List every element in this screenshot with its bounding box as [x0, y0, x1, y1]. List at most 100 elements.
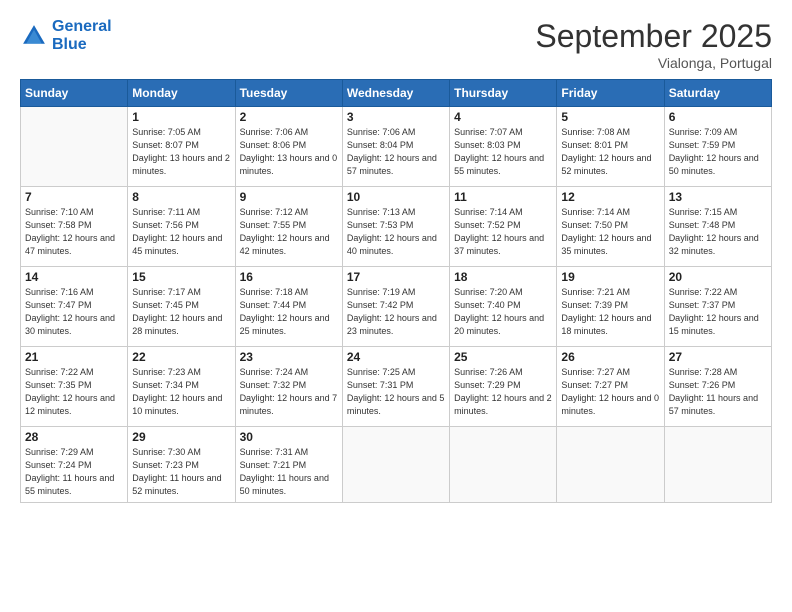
day-info: Sunrise: 7:26 AMSunset: 7:29 PMDaylight:… [454, 366, 552, 418]
day-number: 23 [240, 350, 338, 364]
day-number: 3 [347, 110, 445, 124]
header-tuesday: Tuesday [235, 80, 342, 107]
day-cell [664, 427, 771, 503]
day-cell: 17 Sunrise: 7:19 AMSunset: 7:42 PMDayligh… [342, 267, 449, 347]
day-number: 11 [454, 190, 552, 204]
day-info: Sunrise: 7:06 AMSunset: 8:06 PMDaylight:… [240, 126, 338, 178]
logo-text: General Blue [52, 18, 112, 53]
day-cell: 25 Sunrise: 7:26 AMSunset: 7:29 PMDayligh… [450, 347, 557, 427]
page: General Blue September 2025 Vialonga, Po… [0, 0, 792, 612]
day-cell: 5 Sunrise: 7:08 AMSunset: 8:01 PMDaylight… [557, 107, 664, 187]
day-info: Sunrise: 7:27 AMSunset: 7:27 PMDaylight:… [561, 366, 659, 418]
day-info: Sunrise: 7:08 AMSunset: 8:01 PMDaylight:… [561, 126, 659, 178]
day-info: Sunrise: 7:07 AMSunset: 8:03 PMDaylight:… [454, 126, 552, 178]
day-cell: 12 Sunrise: 7:14 AMSunset: 7:50 PMDayligh… [557, 187, 664, 267]
day-cell [450, 427, 557, 503]
day-cell: 13Sunrise: 7:15 AMSunset: 7:48 PMDayligh… [664, 187, 771, 267]
week-row-0: 1 Sunrise: 7:05 AMSunset: 8:07 PMDaylight… [21, 107, 772, 187]
month-title: September 2025 [535, 18, 772, 55]
day-info: Sunrise: 7:10 AMSunset: 7:58 PMDaylight:… [25, 206, 123, 258]
day-info: Sunrise: 7:14 AMSunset: 7:50 PMDaylight:… [561, 206, 659, 258]
day-number: 5 [561, 110, 659, 124]
day-info: Sunrise: 7:30 AMSunset: 7:23 PMDaylight:… [132, 446, 230, 498]
day-cell: 22 Sunrise: 7:23 AMSunset: 7:34 PMDayligh… [128, 347, 235, 427]
day-number: 15 [132, 270, 230, 284]
day-cell: 26 Sunrise: 7:27 AMSunset: 7:27 PMDayligh… [557, 347, 664, 427]
header-friday: Friday [557, 80, 664, 107]
calendar-table: SundayMondayTuesdayWednesdayThursdayFrid… [20, 79, 772, 503]
header-wednesday: Wednesday [342, 80, 449, 107]
day-number: 26 [561, 350, 659, 364]
day-cell [21, 107, 128, 187]
day-cell: 30 Sunrise: 7:31 AMSunset: 7:21 PMDayligh… [235, 427, 342, 503]
day-cell [342, 427, 449, 503]
day-cell: 20 Sunrise: 7:22 AMSunset: 7:37 PMDayligh… [664, 267, 771, 347]
day-info: Sunrise: 7:13 AMSunset: 7:53 PMDaylight:… [347, 206, 445, 258]
subtitle: Vialonga, Portugal [535, 55, 772, 71]
day-cell: 15 Sunrise: 7:17 AMSunset: 7:45 PMDayligh… [128, 267, 235, 347]
day-number: 10 [347, 190, 445, 204]
day-cell: 7 Sunrise: 7:10 AMSunset: 7:58 PMDaylight… [21, 187, 128, 267]
day-info: Sunrise: 7:31 AMSunset: 7:21 PMDaylight:… [240, 446, 338, 498]
week-row-1: 7 Sunrise: 7:10 AMSunset: 7:58 PMDaylight… [21, 187, 772, 267]
day-number: 19 [561, 270, 659, 284]
day-cell: 27Sunrise: 7:28 AMSunset: 7:26 PMDayligh… [664, 347, 771, 427]
day-info: Sunrise: 7:23 AMSunset: 7:34 PMDaylight:… [132, 366, 230, 418]
header-sunday: Sunday [21, 80, 128, 107]
day-number: 20 [669, 270, 767, 284]
title-block: September 2025 Vialonga, Portugal [535, 18, 772, 71]
day-info: Sunrise: 7:25 AMSunset: 7:31 PMDaylight:… [347, 366, 445, 418]
day-number: 29 [132, 430, 230, 444]
day-info: Sunrise: 7:24 AMSunset: 7:32 PMDaylight:… [240, 366, 338, 418]
day-number: 12 [561, 190, 659, 204]
day-number: 18 [454, 270, 552, 284]
day-number: 27 [669, 350, 767, 364]
day-info: Sunrise: 7:16 AMSunset: 7:47 PMDaylight:… [25, 286, 123, 338]
day-cell: 9Sunrise: 7:12 AMSunset: 7:55 PMDaylight… [235, 187, 342, 267]
day-number: 1 [132, 110, 230, 124]
day-info: Sunrise: 7:22 AMSunset: 7:37 PMDaylight:… [669, 286, 767, 338]
day-cell: 4Sunrise: 7:07 AMSunset: 8:03 PMDaylight… [450, 107, 557, 187]
day-number: 21 [25, 350, 123, 364]
day-number: 8 [132, 190, 230, 204]
day-number: 13 [669, 190, 767, 204]
week-row-2: 14 Sunrise: 7:16 AMSunset: 7:47 PMDayligh… [21, 267, 772, 347]
day-info: Sunrise: 7:05 AMSunset: 8:07 PMDaylight:… [132, 126, 230, 178]
week-row-4: 28Sunrise: 7:29 AMSunset: 7:24 PMDayligh… [21, 427, 772, 503]
logo: General Blue [20, 18, 112, 53]
day-cell: 24 Sunrise: 7:25 AMSunset: 7:31 PMDayligh… [342, 347, 449, 427]
day-cell: 8Sunrise: 7:11 AMSunset: 7:56 PMDaylight… [128, 187, 235, 267]
day-info: Sunrise: 7:21 AMSunset: 7:39 PMDaylight:… [561, 286, 659, 338]
day-info: Sunrise: 7:22 AMSunset: 7:35 PMDaylight:… [25, 366, 123, 418]
header: General Blue September 2025 Vialonga, Po… [20, 18, 772, 71]
logo-icon [20, 22, 48, 50]
day-cell: 2 Sunrise: 7:06 AMSunset: 8:06 PMDaylight… [235, 107, 342, 187]
day-cell: 29 Sunrise: 7:30 AMSunset: 7:23 PMDayligh… [128, 427, 235, 503]
day-cell: 1 Sunrise: 7:05 AMSunset: 8:07 PMDaylight… [128, 107, 235, 187]
day-number: 30 [240, 430, 338, 444]
day-cell: 6Sunrise: 7:09 AMSunset: 7:59 PMDaylight… [664, 107, 771, 187]
day-number: 22 [132, 350, 230, 364]
day-number: 24 [347, 350, 445, 364]
header-monday: Monday [128, 80, 235, 107]
day-info: Sunrise: 7:06 AMSunset: 8:04 PMDaylight:… [347, 126, 445, 178]
day-info: Sunrise: 7:20 AMSunset: 7:40 PMDaylight:… [454, 286, 552, 338]
day-info: Sunrise: 7:18 AMSunset: 7:44 PMDaylight:… [240, 286, 338, 338]
day-info: Sunrise: 7:17 AMSunset: 7:45 PMDaylight:… [132, 286, 230, 338]
day-number: 25 [454, 350, 552, 364]
day-cell: 28Sunrise: 7:29 AMSunset: 7:24 PMDayligh… [21, 427, 128, 503]
day-cell: 14 Sunrise: 7:16 AMSunset: 7:47 PMDayligh… [21, 267, 128, 347]
day-cell: 19 Sunrise: 7:21 AMSunset: 7:39 PMDayligh… [557, 267, 664, 347]
day-number: 2 [240, 110, 338, 124]
day-number: 16 [240, 270, 338, 284]
day-number: 7 [25, 190, 123, 204]
day-number: 17 [347, 270, 445, 284]
day-info: Sunrise: 7:12 AMSunset: 7:55 PMDaylight:… [240, 206, 338, 258]
day-cell: 3 Sunrise: 7:06 AMSunset: 8:04 PMDaylight… [342, 107, 449, 187]
day-cell: 11Sunrise: 7:14 AMSunset: 7:52 PMDayligh… [450, 187, 557, 267]
day-info: Sunrise: 7:19 AMSunset: 7:42 PMDaylight:… [347, 286, 445, 338]
day-number: 28 [25, 430, 123, 444]
day-cell: 21 Sunrise: 7:22 AMSunset: 7:35 PMDayligh… [21, 347, 128, 427]
header-row: SundayMondayTuesdayWednesdayThursdayFrid… [21, 80, 772, 107]
day-number: 14 [25, 270, 123, 284]
